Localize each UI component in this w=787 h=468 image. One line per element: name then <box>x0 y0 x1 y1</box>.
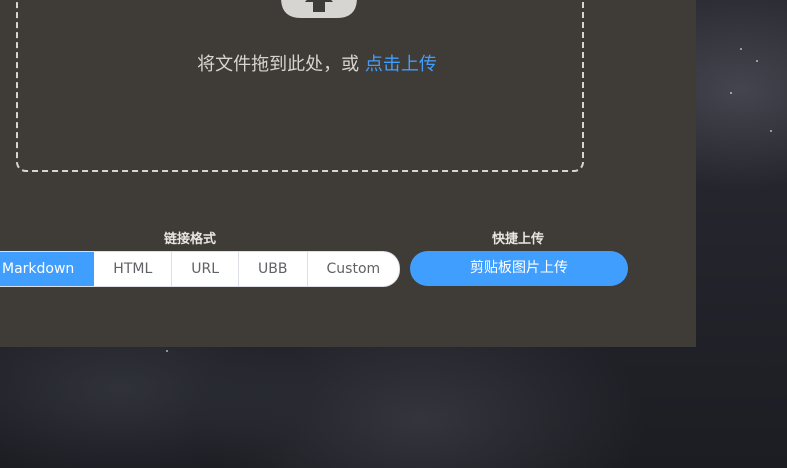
link-format-group: Markdown HTML URL UBB Custom <box>0 251 401 287</box>
format-option-html[interactable]: HTML <box>94 252 171 286</box>
upload-panel: 将文件拖到此处，或 点击上传 链接格式 快捷上传 Markdown HTML U… <box>0 0 696 347</box>
link-format-label: 链接格式 <box>163 232 216 247</box>
star-dot <box>756 60 758 62</box>
dropzone-text: 将文件拖到此处，或 点击上传 <box>18 50 616 76</box>
format-option-url[interactable]: URL <box>171 252 238 286</box>
click-upload-link[interactable]: 点击上传 <box>365 54 437 75</box>
star-dot <box>740 48 742 50</box>
clipboard-upload-button[interactable]: 剪贴板图片上传 <box>410 251 628 286</box>
quick-upload-label: 快捷上传 <box>491 232 544 247</box>
dropzone-instruction: 将文件拖到此处，或 <box>197 54 365 75</box>
star-dot <box>770 130 772 132</box>
cloud-upload-icon <box>281 0 357 18</box>
star-dot <box>166 350 168 352</box>
format-option-markdown[interactable]: Markdown <box>0 252 95 286</box>
format-option-ubb[interactable]: UBB <box>238 252 306 286</box>
star-dot <box>730 92 732 94</box>
upload-dropzone[interactable]: 将文件拖到此处，或 点击上传 <box>16 0 584 172</box>
format-option-custom[interactable]: Custom <box>306 252 400 286</box>
